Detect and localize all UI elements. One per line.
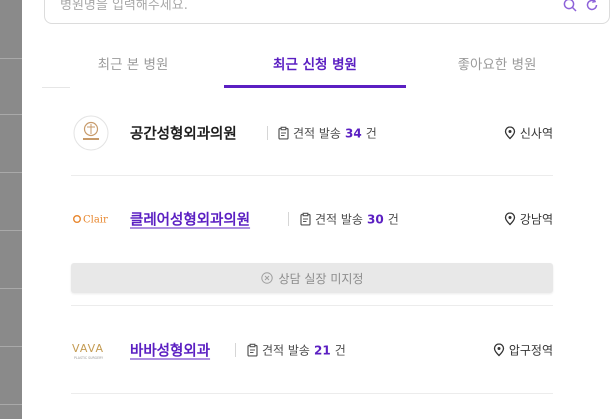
hospital-panel: 병원명을 입력해주세요. 최근 본 병원 최근 신청 병원 좋아요한 병원 공간… bbox=[22, 0, 610, 419]
divider bbox=[288, 212, 289, 226]
search-bar[interactable]: 병원명을 입력해주세요. bbox=[44, 0, 610, 24]
location-pin-icon bbox=[504, 126, 516, 140]
close-circle-icon bbox=[260, 272, 273, 284]
divider bbox=[235, 343, 236, 357]
consult-notice-label: 상담 실장 미지정 bbox=[278, 271, 364, 286]
row-divider bbox=[71, 175, 553, 176]
tab-bar: 최근 본 병원 최근 신청 병원 좋아요한 병원 bbox=[42, 44, 590, 88]
vava-logo-icon: VAVA PLASTIC SURGERY bbox=[71, 320, 111, 380]
divider bbox=[267, 126, 268, 140]
clipboard-icon bbox=[300, 212, 311, 226]
hospital-name[interactable]: 공간성형외과의원 bbox=[130, 123, 237, 144]
station-location: 신사역 bbox=[504, 125, 553, 142]
reset-icon[interactable] bbox=[585, 0, 599, 16]
row-divider bbox=[71, 305, 553, 306]
quote-count: 견적 발송 34 건 bbox=[278, 125, 377, 142]
svg-text:PLASTIC SURGERY: PLASTIC SURGERY bbox=[74, 356, 103, 360]
gonggan-logo-icon bbox=[71, 103, 111, 163]
clipboard-icon bbox=[278, 126, 289, 140]
svg-text:VAVA: VAVA bbox=[72, 342, 104, 355]
search-input[interactable]: 병원명을 입력해주세요. bbox=[60, 0, 188, 13]
background-overlay bbox=[0, 0, 22, 419]
hospital-row[interactable]: VAVA PLASTIC SURGERY 바바성형외과 견적 발송 21 건 압구정… bbox=[71, 320, 553, 380]
hospital-row[interactable]: Clair 클레어성형외과의원 견적 발송 30 건 강남역 bbox=[71, 189, 553, 249]
hospital-name[interactable]: 바바성형외과 bbox=[130, 340, 210, 361]
clipboard-icon bbox=[247, 343, 258, 357]
location-pin-icon bbox=[504, 212, 516, 226]
quote-count: 견적 발송 21 건 bbox=[247, 342, 346, 359]
quote-count: 견적 발송 30 건 bbox=[300, 211, 399, 228]
row-divider bbox=[71, 393, 553, 394]
search-icon[interactable] bbox=[563, 0, 577, 16]
tab-recent-applied[interactable]: 최근 신청 병원 bbox=[224, 53, 406, 73]
hospital-name[interactable]: 클레어성형외과의원 bbox=[130, 209, 250, 230]
hospital-row[interactable]: 공간성형외과의원 견적 발송 34 건 신사역 bbox=[71, 103, 553, 163]
consult-manager-notice: 상담 실장 미지정 bbox=[71, 263, 553, 293]
tab-liked[interactable]: 좋아요한 병원 bbox=[406, 53, 588, 73]
station-location: 압구정역 bbox=[493, 342, 553, 359]
station-location: 강남역 bbox=[504, 211, 553, 228]
active-tab-indicator bbox=[224, 85, 406, 88]
tab-divider bbox=[42, 87, 70, 88]
tab-recent-viewed[interactable]: 최근 본 병원 bbox=[42, 53, 224, 73]
location-pin-icon bbox=[493, 343, 504, 357]
clair-logo-icon: Clair bbox=[71, 189, 111, 249]
svg-text:Clair: Clair bbox=[83, 215, 108, 226]
